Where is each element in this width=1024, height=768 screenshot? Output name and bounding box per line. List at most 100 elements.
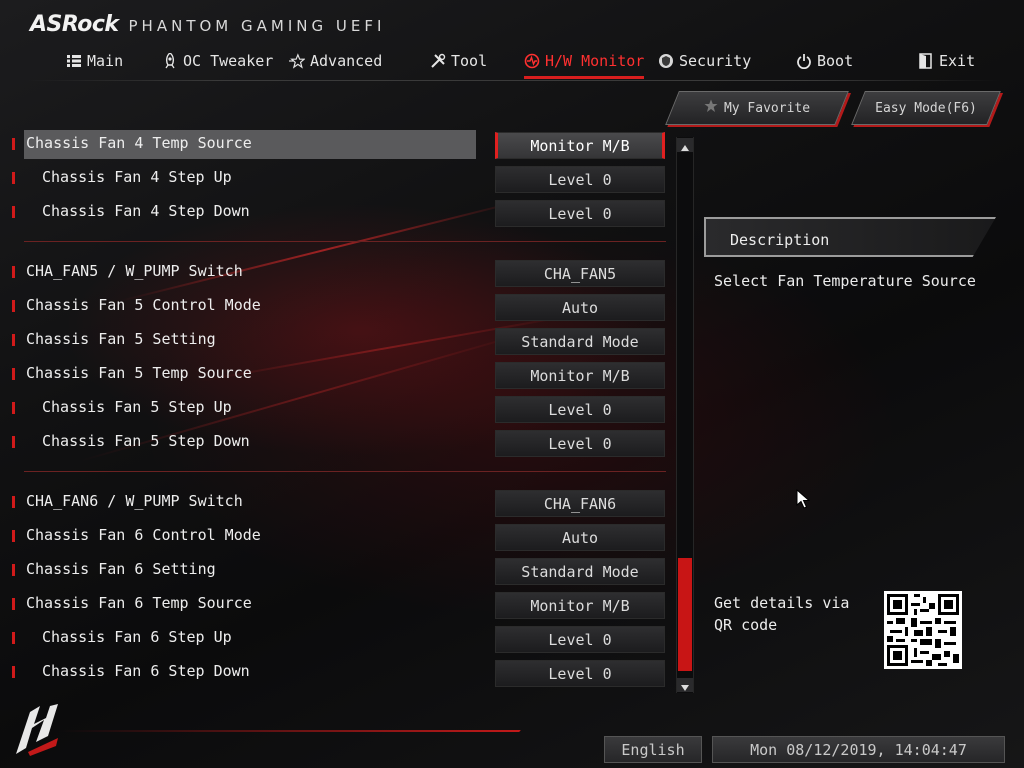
row-marker — [12, 266, 15, 278]
section-divider — [24, 241, 666, 242]
tab-oc-tweaker[interactable]: OC Tweaker — [162, 46, 273, 76]
section-divider — [24, 471, 666, 472]
tab-label: Security — [679, 52, 752, 70]
row-marker — [12, 368, 15, 380]
tab-security[interactable]: Security — [658, 46, 751, 76]
setting-row[interactable]: Chassis Fan 4 Temp Source Monitor M/B — [0, 130, 670, 160]
language-button[interactable]: English — [604, 736, 702, 763]
setting-row[interactable]: Chassis Fan 4 Step Down Level 0 — [0, 198, 670, 228]
setting-row[interactable]: Chassis Fan 6 Step Up Level 0 — [0, 624, 670, 654]
brand-name: ASRock — [30, 12, 119, 37]
setting-label: Chassis Fan 6 Step Down — [42, 662, 250, 680]
phantom-gaming-logo-icon — [10, 702, 64, 758]
row-marker — [12, 598, 15, 610]
setting-value[interactable]: Auto — [495, 294, 665, 321]
scrollbar-thumb[interactable] — [678, 558, 692, 671]
setting-value[interactable]: Level 0 — [495, 166, 665, 193]
setting-value[interactable]: CHA_FAN6 — [495, 490, 665, 517]
monitor-icon — [524, 53, 540, 69]
setting-value[interactable]: Standard Mode — [495, 558, 665, 585]
setting-value[interactable]: Standard Mode — [495, 328, 665, 355]
my-favorite-label: My Favorite — [723, 100, 811, 116]
setting-value[interactable]: Monitor M/B — [495, 362, 665, 389]
setting-value[interactable]: Level 0 — [495, 430, 665, 457]
row-marker — [12, 496, 15, 508]
setting-label: Chassis Fan 6 Step Up — [42, 628, 232, 646]
easy-mode-label: Easy Mode(F6) — [875, 100, 977, 116]
star-icon — [704, 99, 718, 117]
tab-label: Tool — [451, 52, 488, 70]
row-marker — [12, 666, 15, 678]
setting-value[interactable]: Level 0 — [495, 660, 665, 687]
setting-label: Chassis Fan 6 Setting — [26, 560, 216, 578]
star-icon — [289, 53, 305, 69]
easy-mode-button[interactable]: Easy Mode(F6) — [851, 91, 1001, 125]
row-marker — [12, 402, 15, 414]
my-favorite-button[interactable]: My Favorite — [665, 91, 849, 125]
tab-label: Main — [87, 52, 124, 70]
setting-label: Chassis Fan 4 Temp Source — [26, 134, 252, 152]
setting-label: Chassis Fan 6 Temp Source — [26, 594, 252, 612]
qr-caption: Get details via QR code — [714, 594, 850, 634]
tab-tool[interactable]: Tool — [430, 46, 487, 76]
qr-code-icon — [884, 591, 962, 669]
mouse-cursor-icon — [796, 488, 811, 509]
setting-row[interactable]: Chassis Fan 5 Control Mode Auto — [0, 292, 670, 322]
setting-value[interactable]: Level 0 — [495, 396, 665, 423]
setting-row[interactable]: Chassis Fan 6 Step Down Level 0 — [0, 658, 670, 688]
setting-label: Chassis Fan 5 Temp Source — [26, 364, 252, 382]
tab-label: OC Tweaker — [183, 52, 274, 70]
top-navigation: Main OC Tweaker Advanced Tool H/W Monito… — [0, 46, 1024, 80]
row-marker — [12, 300, 15, 312]
setting-label: CHA_FAN5 / W_PUMP Switch — [26, 262, 243, 280]
nav-divider — [24, 80, 1000, 81]
setting-row[interactable]: Chassis Fan 5 Step Down Level 0 — [0, 428, 670, 458]
tab-label: Advanced — [310, 52, 383, 70]
setting-value[interactable]: Monitor M/B — [495, 592, 665, 619]
setting-row[interactable]: Chassis Fan 6 Setting Standard Mode — [0, 556, 670, 586]
setting-row[interactable]: CHA_FAN6 / W_PUMP Switch CHA_FAN6 — [0, 488, 670, 518]
scroll-up-button[interactable] — [677, 138, 693, 152]
setting-value[interactable]: CHA_FAN5 — [495, 260, 665, 287]
description-text: Select Fan Temperature Source — [714, 272, 976, 290]
setting-row[interactable]: CHA_FAN5 / W_PUMP Switch CHA_FAN5 — [0, 258, 670, 288]
rocket-icon — [162, 53, 178, 69]
row-marker — [12, 530, 15, 542]
setting-label: CHA_FAN6 / W_PUMP Switch — [26, 492, 243, 510]
tab-exit[interactable]: Exit — [918, 46, 975, 76]
setting-label: Chassis Fan 4 Step Up — [42, 168, 232, 186]
tab-advanced[interactable]: Advanced — [289, 46, 382, 76]
power-icon — [796, 53, 812, 69]
setting-label: Chassis Fan 5 Step Up — [42, 398, 232, 416]
tab-hw-monitor[interactable]: H/W Monitor — [524, 46, 645, 79]
setting-row[interactable]: Chassis Fan 4 Step Up Level 0 — [0, 164, 670, 194]
setting-label: Chassis Fan 5 Control Mode — [26, 296, 261, 314]
setting-row[interactable]: Chassis Fan 6 Temp Source Monitor M/B — [0, 590, 670, 620]
setting-label: Chassis Fan 5 Setting — [26, 330, 216, 348]
description-header: Description — [704, 217, 996, 257]
setting-value[interactable]: Auto — [495, 524, 665, 551]
setting-label: Chassis Fan 6 Control Mode — [26, 526, 261, 544]
setting-row[interactable]: Chassis Fan 5 Setting Standard Mode — [0, 326, 670, 356]
tab-label: H/W Monitor — [545, 52, 645, 70]
footer-accent-line — [59, 730, 521, 732]
exit-icon — [918, 53, 934, 69]
setting-row[interactable]: Chassis Fan 5 Temp Source Monitor M/B — [0, 360, 670, 390]
triangle-down-icon — [681, 676, 689, 695]
shield-icon — [658, 53, 674, 69]
setting-value[interactable]: Monitor M/B — [495, 132, 665, 159]
row-marker — [12, 564, 15, 576]
setting-value[interactable]: Level 0 — [495, 200, 665, 227]
triangle-up-icon — [681, 136, 689, 155]
tab-main[interactable]: Main — [66, 46, 123, 76]
row-marker — [12, 138, 15, 150]
setting-value[interactable]: Level 0 — [495, 626, 665, 653]
setting-row[interactable]: Chassis Fan 5 Step Up Level 0 — [0, 394, 670, 424]
row-marker — [12, 334, 15, 346]
scroll-down-button[interactable] — [677, 678, 693, 692]
tab-boot[interactable]: Boot — [796, 46, 853, 76]
setting-label: Chassis Fan 4 Step Down — [42, 202, 250, 220]
setting-row[interactable]: Chassis Fan 6 Control Mode Auto — [0, 522, 670, 552]
brand-logo: ASRock PHANTOM GAMING UEFI — [30, 12, 385, 38]
datetime-display: Mon 08/12/2019, 14:04:47 — [712, 736, 1005, 763]
